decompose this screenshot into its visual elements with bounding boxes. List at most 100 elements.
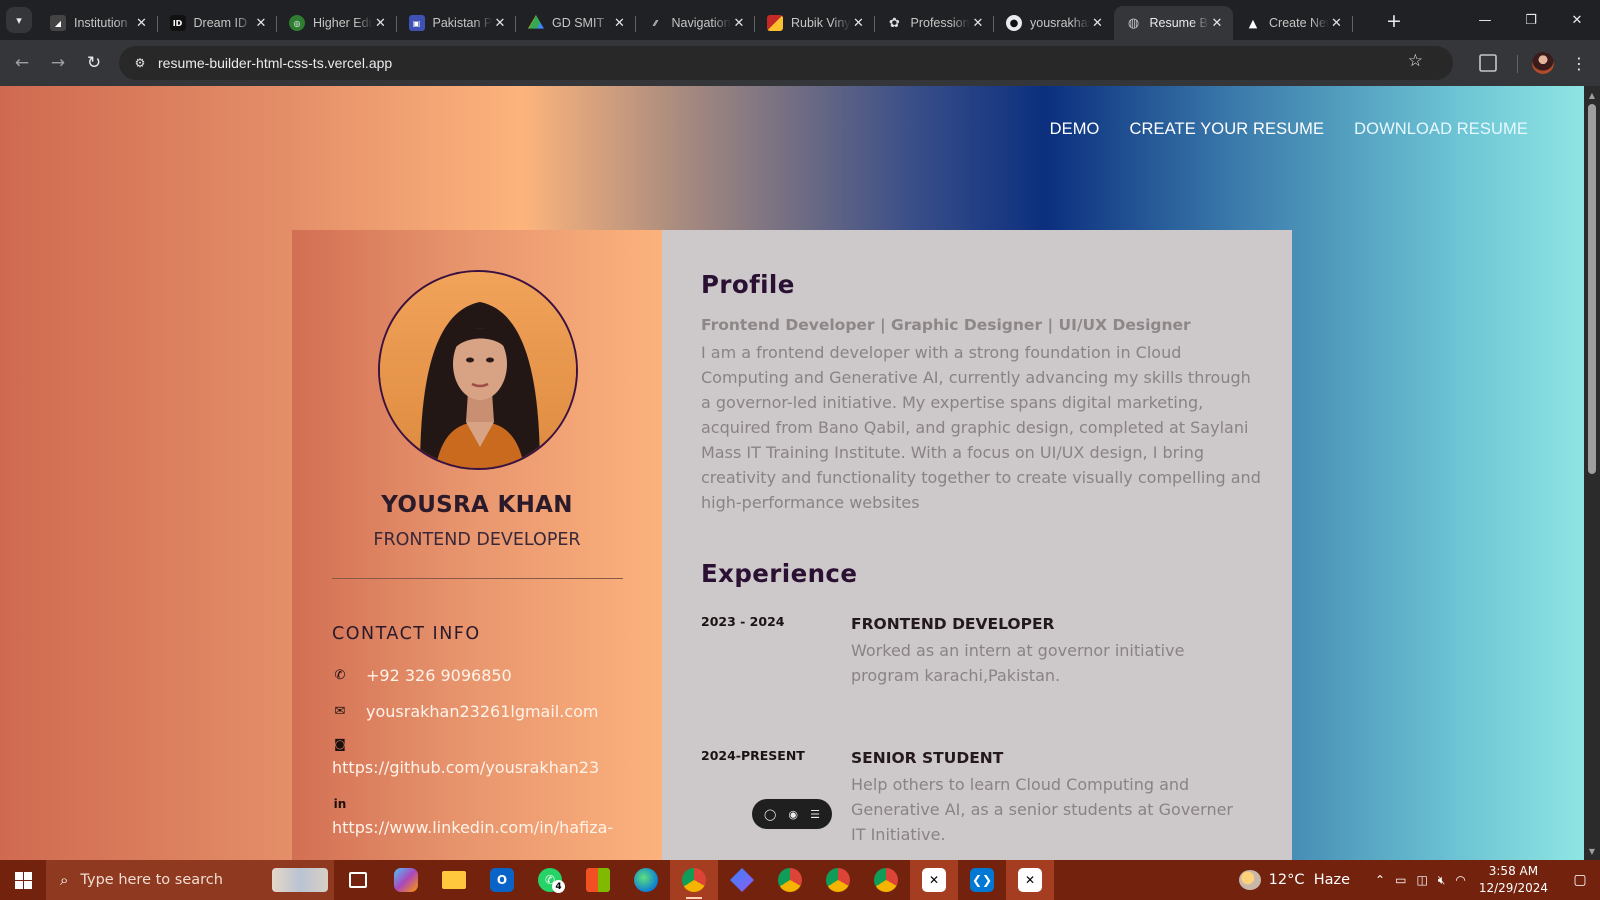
tab-label: yousrakhan (1030, 16, 1090, 30)
github-link[interactable]: https://github.com/yousrakhan23 (332, 758, 599, 777)
url-text[interactable]: resume-builder-html-css-ts.vercel.app (158, 55, 392, 71)
site-settings-icon[interactable]: ⚙ (126, 56, 154, 70)
list-menu-icon[interactable]: ☰ (810, 808, 820, 821)
tab-label: GD SMIT (552, 16, 605, 30)
window-close-icon[interactable]: ✕ (1554, 0, 1600, 40)
email-text[interactable]: yousrakhan23261lgmail.com (366, 702, 599, 721)
tab-higher-education[interactable]: ◎ Higher Education ✕ (277, 6, 397, 40)
scrollbar-thumb[interactable] (1588, 104, 1596, 474)
forward-arrow-icon[interactable]: → (45, 50, 71, 76)
experience-heading: Experience (701, 559, 858, 588)
profile-avatar[interactable] (1532, 52, 1554, 74)
whatsapp-icon[interactable]: ✆ 4 (526, 860, 574, 900)
tab-label: Professional (910, 16, 971, 30)
tab-create-new[interactable]: ▲ Create New ✕ (1233, 6, 1353, 40)
close-icon[interactable]: ✕ (731, 15, 747, 31)
chrome-profile-icon[interactable] (766, 860, 814, 900)
extensions-puzzle-icon[interactable] (1479, 54, 1497, 72)
tab-label: Resume Builder (1149, 16, 1210, 30)
search-placeholder: Type here to search (80, 872, 223, 888)
chrome-profile-icon[interactable] (862, 860, 910, 900)
close-icon[interactable]: ✕ (851, 15, 867, 31)
pakistan-portal-icon: ▣ (408, 15, 425, 31)
profile-heading: Profile (701, 270, 795, 299)
chrome-icon[interactable] (670, 860, 718, 900)
meet-now-icon[interactable]: ◫ (1416, 873, 1427, 887)
close-icon[interactable]: ✕ (373, 15, 389, 31)
chevron-up-icon[interactable]: ⌃ (1375, 873, 1385, 887)
clock[interactable]: 3:58 AM 12/29/2024 (1479, 863, 1548, 897)
tab-gd-smit[interactable]: GD SMIT ✕ (516, 6, 636, 40)
globe-icon: ◍ (1127, 15, 1140, 31)
tab-label: Navigation (671, 16, 731, 30)
tab-list: ◢ Institution ✕ ID Dream ID ✕ ◎ Higher E… (38, 6, 1353, 40)
copilot-icon[interactable] (382, 860, 430, 900)
edge-icon[interactable] (622, 860, 670, 900)
vercel-icon: ▲ (1248, 16, 1258, 30)
reload-icon[interactable]: ↻ (81, 50, 107, 76)
network-icon[interactable]: ▭ (1395, 873, 1406, 887)
tab-dream-id[interactable]: ID Dream ID ✕ (158, 6, 278, 40)
bookmark-star-icon[interactable]: ☆ (1408, 51, 1423, 71)
close-icon[interactable]: ✕ (134, 15, 150, 31)
capcut-icon[interactable]: ✕ (1006, 860, 1054, 900)
close-icon[interactable]: ✕ (1329, 15, 1345, 31)
scroll-up-arrow-icon[interactable]: ▲ (1584, 88, 1600, 102)
weather-haze-icon[interactable] (1238, 870, 1261, 890)
kebab-menu-icon[interactable]: ⋮ (1568, 52, 1590, 74)
tab-label: Pakistan Portal (432, 16, 493, 30)
comment-icon[interactable]: ◯ (764, 808, 776, 821)
linkedin-link[interactable]: https://www.linkedin.com/in/hafiza- (332, 818, 613, 837)
task-view-icon[interactable] (334, 860, 382, 900)
capcut-icon[interactable]: ✕ (910, 860, 958, 900)
whatsapp-badge: 4 (552, 880, 565, 893)
nav-create-resume-link[interactable]: CREATE YOUR RESUME (1130, 120, 1325, 139)
weather-text[interactable]: 12°C Haze (1269, 872, 1350, 888)
back-arrow-icon[interactable]: ← (9, 50, 35, 76)
minimize-icon[interactable]: — (1462, 0, 1508, 40)
close-icon[interactable]: ✕ (1209, 15, 1225, 31)
clock-time: 3:58 AM (1488, 864, 1539, 878)
tab-navigation[interactable]: ⁄⁄ Navigation ✕ (636, 6, 756, 40)
taskbar-search[interactable]: ⌕ Type here to search (46, 860, 334, 900)
tab-institution[interactable]: ◢ Institution ✕ (38, 6, 158, 40)
vscode-icon[interactable]: ❮❯ (958, 860, 1006, 900)
dream-id-icon: ID (169, 15, 186, 31)
resume-main: Profile Frontend Developer | Graphic Des… (662, 230, 1292, 860)
wifi-icon[interactable]: ◠ (1455, 873, 1465, 887)
address-bar[interactable]: ⚙ resume-builder-html-css-ts.vercel.app … (119, 46, 1453, 80)
nav-demo-link[interactable]: DEMO (1050, 120, 1100, 139)
close-icon[interactable]: ✕ (1090, 15, 1106, 31)
contact-phone: ✆ +92 326 9096850 (332, 666, 512, 685)
speaker-muted-icon[interactable]: 🔇︎ (1438, 873, 1446, 888)
file-explorer-icon[interactable] (430, 860, 478, 900)
close-icon[interactable]: ✕ (253, 15, 269, 31)
close-icon[interactable]: ✕ (492, 15, 508, 31)
outlook-icon[interactable]: O (478, 860, 526, 900)
tab-github[interactable]: ● yousrakhan ✕ (994, 6, 1114, 40)
browser-toolbar: ← → ↻ ⚙ resume-builder-html-css-ts.verce… (0, 40, 1600, 86)
copilot-app-icon[interactable] (718, 860, 766, 900)
scroll-down-arrow-icon[interactable]: ▼ (1584, 844, 1600, 858)
tab-search-chevron-icon[interactable]: ▾ (6, 7, 32, 33)
eye-icon[interactable]: ◉ (788, 808, 798, 821)
nav-download-resume-link[interactable]: DOWNLOAD RESUME (1354, 120, 1528, 139)
notification-icon[interactable]: ▢ (1560, 860, 1600, 900)
vertical-scrollbar[interactable]: ▲ ▼ (1584, 86, 1600, 860)
tab-label: Institution (74, 16, 128, 30)
tab-label: Create New (1269, 16, 1329, 30)
tab-professional[interactable]: ✿ Professional ✕ (875, 6, 995, 40)
chrome-profile-icon[interactable] (814, 860, 862, 900)
search-highlight-art (272, 868, 328, 892)
tab-rubik-vinyl[interactable]: Rubik Vinyl ✕ (755, 6, 875, 40)
contact-github: ◙ https://github.com/yousrakhan23 (332, 736, 599, 777)
restore-icon[interactable]: ❐ (1508, 0, 1554, 40)
tab-resume-builder[interactable]: ◍ Resume Builder ✕ (1113, 6, 1233, 40)
close-icon[interactable]: ✕ (612, 15, 628, 31)
tab-pakistan-portal[interactable]: ▣ Pakistan Portal ✕ (397, 6, 517, 40)
profile-text: I am a frontend developer with a strong … (701, 343, 1261, 512)
close-icon[interactable]: ✕ (970, 15, 986, 31)
microsoft-store-icon[interactable] (574, 860, 622, 900)
start-button[interactable] (0, 860, 46, 900)
new-tab-plus-icon[interactable]: + (1381, 8, 1407, 34)
